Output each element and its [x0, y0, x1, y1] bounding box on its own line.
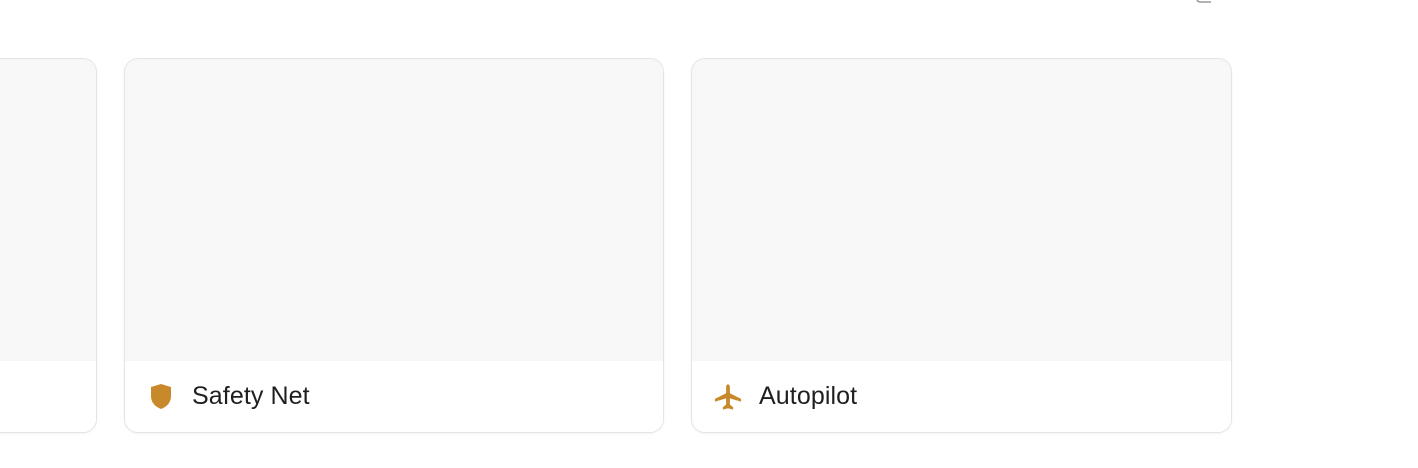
card-title: Safety Net	[192, 382, 310, 410]
template-card-safety-net[interactable]: Safety Net	[124, 58, 664, 433]
card-preview	[692, 59, 1231, 363]
card-footer: Safety Net	[125, 361, 663, 432]
template-card-autopilot[interactable]: Autopilot	[691, 58, 1232, 433]
card-preview	[0, 59, 96, 363]
card-footer: Autopilot	[692, 361, 1231, 432]
shield-icon	[147, 383, 175, 411]
toolbar-icon[interactable]	[1193, 0, 1217, 6]
template-card-partial[interactable]	[0, 58, 97, 433]
card-preview	[125, 59, 663, 363]
template-gallery: Safety Net Autopilot	[0, 0, 1418, 468]
airplane-icon	[714, 383, 742, 411]
card-footer	[0, 361, 96, 432]
card-title: Autopilot	[759, 382, 858, 410]
